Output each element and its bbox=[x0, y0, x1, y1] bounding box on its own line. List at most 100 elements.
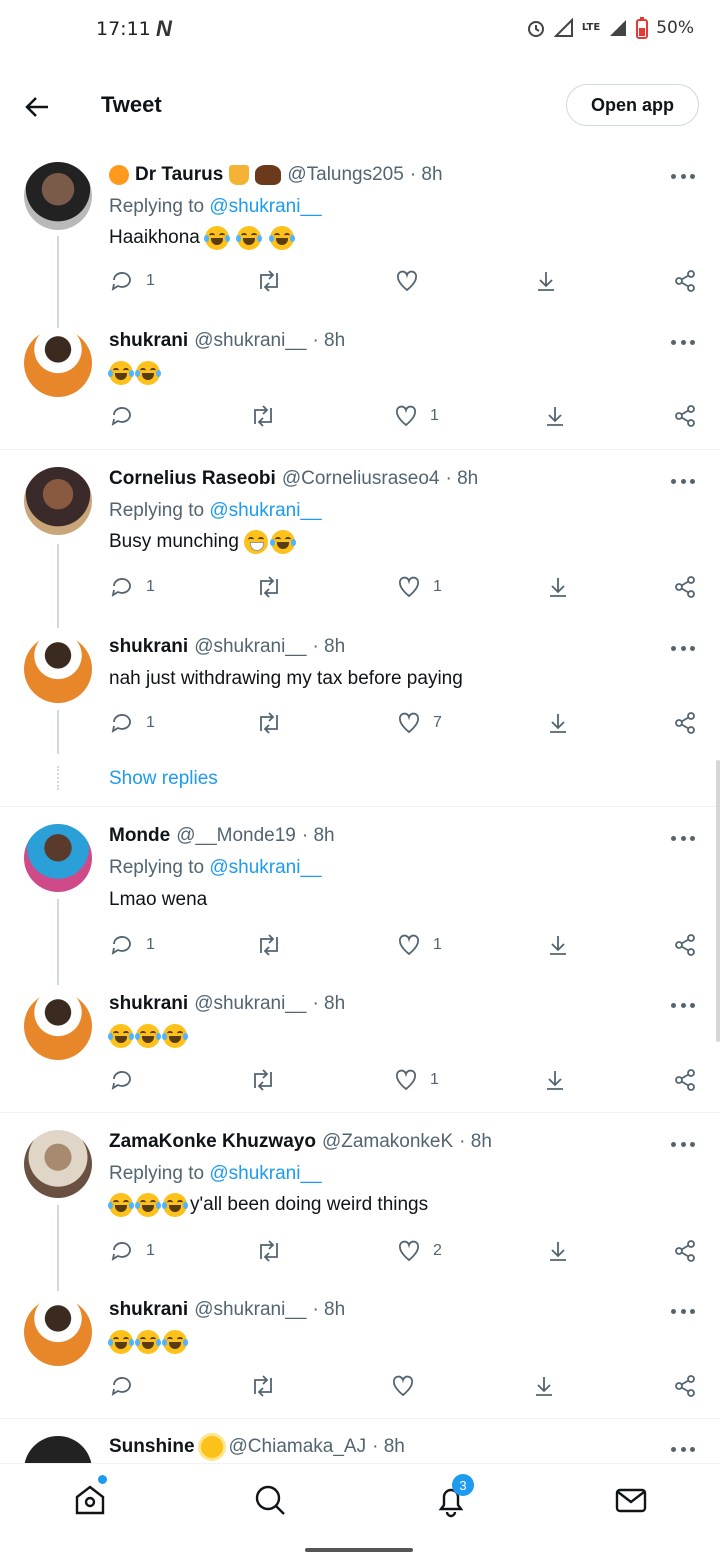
user-name[interactable]: Monde bbox=[109, 825, 170, 847]
reply-button[interactable]: 1 bbox=[110, 575, 155, 599]
download-button[interactable] bbox=[534, 269, 558, 293]
divider bbox=[0, 449, 720, 450]
retweet-button[interactable] bbox=[256, 575, 282, 599]
reply-button[interactable] bbox=[110, 404, 134, 428]
avatar[interactable] bbox=[24, 1436, 92, 1463]
gesture-home-bar[interactable] bbox=[305, 1548, 413, 1552]
like-button[interactable]: 1 bbox=[394, 1068, 439, 1092]
retweet-button[interactable] bbox=[256, 269, 282, 293]
more-options-icon[interactable] bbox=[671, 1447, 695, 1453]
share-button[interactable] bbox=[673, 1374, 697, 1398]
user-handle[interactable]: @Chiamaka_AJ bbox=[229, 1436, 367, 1458]
home-unread-dot bbox=[98, 1475, 107, 1484]
tweet[interactable]: Sunshine @Chiamaka_AJ · 8h bbox=[0, 1433, 720, 1463]
share-button[interactable] bbox=[673, 404, 697, 428]
user-name[interactable]: Sunshine bbox=[109, 1436, 195, 1458]
download-button[interactable] bbox=[546, 575, 570, 599]
more-options-icon[interactable] bbox=[671, 836, 695, 842]
avatar[interactable] bbox=[24, 162, 92, 230]
avatar[interactable] bbox=[24, 1298, 92, 1366]
more-options-icon[interactable] bbox=[671, 646, 695, 652]
avatar[interactable] bbox=[24, 467, 92, 535]
like-button[interactable]: 1 bbox=[397, 933, 442, 957]
mention-link[interactable]: @shukrani__ bbox=[209, 500, 321, 521]
share-button[interactable] bbox=[673, 933, 697, 957]
avatar[interactable] bbox=[24, 992, 92, 1060]
share-button[interactable] bbox=[673, 1068, 697, 1092]
mention-link[interactable]: @shukrani__ bbox=[209, 857, 321, 878]
like-button[interactable]: 2 bbox=[397, 1239, 442, 1263]
search-icon[interactable] bbox=[252, 1482, 288, 1518]
like-button[interactable]: 1 bbox=[397, 575, 442, 599]
mention-link[interactable]: @shukrani__ bbox=[209, 1163, 321, 1184]
download-button[interactable] bbox=[532, 1374, 556, 1398]
user-name[interactable]: shukrani bbox=[109, 1299, 188, 1321]
download-button[interactable] bbox=[543, 404, 567, 428]
download-button[interactable] bbox=[546, 933, 570, 957]
user-name[interactable]: Dr Taurus bbox=[135, 164, 223, 186]
status-time: 17:11 bbox=[96, 18, 151, 40]
share-button[interactable] bbox=[673, 269, 697, 293]
avatar[interactable] bbox=[24, 1130, 92, 1198]
scrollbar[interactable] bbox=[716, 760, 720, 1042]
retweet-button[interactable] bbox=[256, 711, 282, 735]
reply-button[interactable]: 1 bbox=[110, 933, 155, 957]
home-icon[interactable] bbox=[72, 1482, 108, 1518]
retweet-button[interactable] bbox=[250, 1068, 276, 1092]
user-name[interactable]: Cornelius Raseobi bbox=[109, 468, 276, 490]
avatar[interactable] bbox=[24, 824, 92, 892]
more-options-icon[interactable] bbox=[671, 479, 695, 485]
avatar[interactable] bbox=[24, 329, 92, 397]
user-name[interactable]: shukrani bbox=[109, 330, 188, 352]
reply-button[interactable]: 1 bbox=[110, 1239, 155, 1263]
user-name[interactable]: shukrani bbox=[109, 636, 188, 658]
messages-mail-icon[interactable] bbox=[613, 1482, 649, 1518]
user-name[interactable]: shukrani bbox=[109, 993, 188, 1015]
reply-button[interactable] bbox=[110, 1374, 134, 1398]
user-handle[interactable]: @__Monde19 bbox=[176, 825, 296, 847]
retweet-button[interactable] bbox=[250, 404, 276, 428]
more-options-icon[interactable] bbox=[671, 1142, 695, 1148]
reply-button[interactable]: 1 bbox=[110, 269, 155, 293]
user-handle[interactable]: @shukrani__ bbox=[194, 993, 306, 1015]
reply-button[interactable]: 1 bbox=[110, 711, 155, 735]
show-replies-link[interactable]: Show replies bbox=[109, 768, 218, 790]
user-handle[interactable]: @shukrani__ bbox=[194, 330, 306, 352]
like-button[interactable] bbox=[391, 1374, 415, 1398]
user-name[interactable]: ZamaKonke Khuzwayo bbox=[109, 1131, 316, 1153]
reply-button[interactable] bbox=[110, 1068, 134, 1092]
more-options-icon[interactable] bbox=[671, 1309, 695, 1315]
more-options-icon[interactable] bbox=[671, 174, 695, 180]
retweet-button[interactable] bbox=[256, 933, 282, 957]
tweet-time: · 8h bbox=[372, 1436, 405, 1457]
download-button[interactable] bbox=[546, 711, 570, 735]
share-button[interactable] bbox=[673, 1239, 697, 1263]
mention-link[interactable]: @shukrani__ bbox=[209, 196, 321, 217]
tweet-text: y'all been doing weird things bbox=[108, 1193, 428, 1217]
retweet-button[interactable] bbox=[250, 1374, 276, 1398]
user-handle[interactable]: @Corneliusraseo4 bbox=[282, 468, 440, 490]
user-handle[interactable]: @ZamakonkeK bbox=[322, 1131, 453, 1153]
back-arrow-icon[interactable] bbox=[22, 92, 52, 122]
more-options-icon[interactable] bbox=[671, 1003, 695, 1009]
user-handle[interactable]: @shukrani__ bbox=[194, 636, 306, 658]
download-button[interactable] bbox=[543, 1068, 567, 1092]
share-button[interactable] bbox=[673, 575, 697, 599]
reply-icon bbox=[111, 1242, 131, 1261]
like-button[interactable]: 7 bbox=[397, 711, 442, 735]
retweet-icon bbox=[254, 1069, 272, 1091]
reply-icon bbox=[111, 1377, 131, 1396]
replying-to: Replying to @shukrani__ bbox=[109, 1163, 322, 1185]
more-options-icon[interactable] bbox=[671, 340, 695, 346]
retweet-button[interactable] bbox=[256, 1239, 282, 1263]
avatar[interactable] bbox=[24, 635, 92, 703]
user-handle[interactable]: @Talungs205 bbox=[287, 164, 403, 186]
open-app-button[interactable]: Open app bbox=[566, 84, 699, 126]
share-button[interactable] bbox=[673, 711, 697, 735]
download-icon bbox=[547, 407, 563, 426]
user-handle[interactable]: @shukrani__ bbox=[194, 1299, 306, 1321]
like-button[interactable] bbox=[395, 269, 431, 293]
like-button[interactable]: 1 bbox=[394, 404, 439, 428]
download-button[interactable] bbox=[546, 1239, 570, 1263]
tweet-actions: 1 1 bbox=[0, 933, 720, 963]
